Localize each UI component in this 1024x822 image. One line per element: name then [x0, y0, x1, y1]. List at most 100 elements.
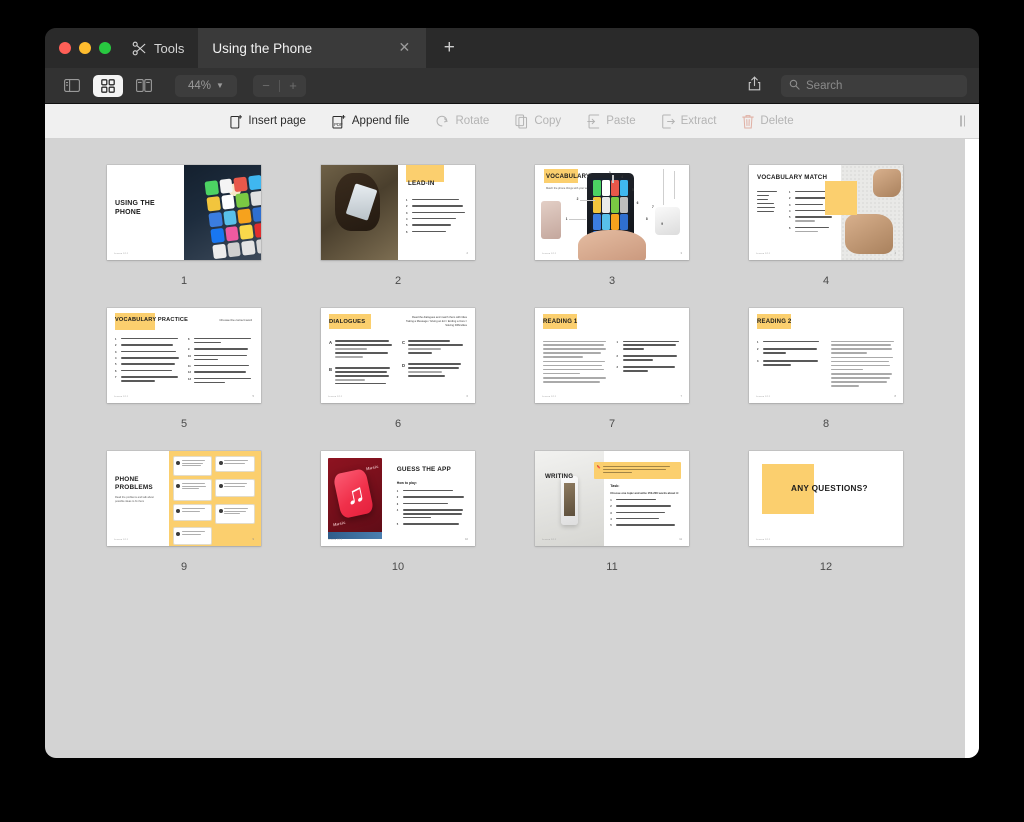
search-placeholder: Search: [806, 79, 843, 92]
page-thumbnail-8[interactable]: READING 2 1 2 3 Lesson 1/12 8: [749, 308, 903, 403]
page-thumbnail-3[interactable]: VOCABULARY Match the phone things with y…: [535, 165, 689, 260]
page-thumbnail-11[interactable]: WRITING Lesson 1/12 Task: Choose one top…: [535, 451, 689, 546]
slide-title: WRITING: [545, 473, 574, 480]
page-cell[interactable]: PHONE PROBLEMS Read the problems and tal…: [77, 451, 291, 594]
panel-resize-grip[interactable]: [960, 115, 965, 127]
delete-button[interactable]: Delete: [742, 114, 794, 129]
hands-holding-phone-photo: [321, 165, 398, 260]
page-cell[interactable]: USING THE PHONE Lesson 1/12 1: [77, 165, 291, 308]
phone-home-screen-photo: [184, 165, 261, 260]
question-list: 1 2 3 4 5 6: [406, 198, 467, 235]
page-thumbnail-wrap[interactable]: LEAD-IN 1 2 3 4 5 6 2: [321, 165, 475, 260]
split-view-button[interactable]: [129, 75, 159, 97]
copy-button[interactable]: Copy: [515, 113, 561, 129]
page-thumbnail-5[interactable]: VOCABULARY PRACTICE Choose the correct w…: [107, 308, 261, 403]
page-thumbnail-wrap[interactable]: ANY QUESTIONS? Lesson 1/12: [749, 451, 903, 546]
close-icon[interactable]: ✕: [396, 40, 412, 56]
page-cell[interactable]: READING 2 1 2 3 Lesson 1/12 8 8: [719, 308, 933, 451]
slide-page-label: 10: [465, 538, 468, 541]
vertical-scrollbar[interactable]: [965, 139, 979, 758]
slide-title: VOCABULARY MATCH: [757, 174, 828, 181]
grid-view-button[interactable]: [93, 74, 123, 97]
problem-card-list: [172, 456, 257, 545]
slide-page-label: 3: [680, 252, 682, 255]
list-item: 9: [188, 348, 253, 352]
tools-label: Tools: [154, 40, 185, 56]
page-thumbnail-wrap[interactable]: USING THE PHONE Lesson 1/12: [107, 165, 261, 260]
diagram-label: 2: [576, 197, 579, 202]
page-number-label: 9: [180, 561, 188, 573]
page-thumbnail-10[interactable]: ♫ Music Music Lesson 1/12 GUESS THE APP H…: [321, 451, 475, 546]
search-input[interactable]: Search: [781, 74, 967, 97]
sidebar-view-button[interactable]: [57, 75, 87, 97]
slide-footer: Lesson 1/12: [542, 539, 557, 541]
page-cell[interactable]: ♫ Music Music Lesson 1/12 GUESS THE APP H…: [291, 451, 505, 594]
page-cell[interactable]: LEAD-IN 1 2 3 4 5 6 2 2: [291, 165, 505, 308]
page-thumbnail-4[interactable]: VOCABULARY MATCH 1 2 3 4 5 6 Lesson 1/12…: [749, 165, 903, 260]
minimize-window-button[interactable]: [79, 42, 91, 54]
task-question: Choose one topic and write 150-200 words…: [610, 490, 679, 495]
page-thumbnail-wrap[interactable]: READING 1 1 2 3 Lesson 1/12 7: [535, 308, 689, 403]
page-number-label: 8: [822, 418, 830, 430]
page-cell[interactable]: VOCABULARY MATCH 1 2 3 4 5 6 Lesson 1/12…: [719, 165, 933, 308]
earbuds-illustration: [655, 206, 680, 236]
paste-label: Paste: [606, 115, 636, 127]
page-thumbnail-1[interactable]: USING THE PHONE Lesson 1/12: [107, 165, 261, 260]
page-cell[interactable]: DIALOGUES Read the dialogues and match t…: [291, 308, 505, 451]
slide-text-half: USING THE PHONE Lesson 1/12: [107, 165, 184, 260]
slide-page-label: 9: [252, 538, 254, 541]
dialogue-section: B: [329, 367, 394, 387]
document-tab[interactable]: Using the Phone ✕: [198, 28, 427, 68]
page-cell[interactable]: WRITING Lesson 1/12 Task: Choose one top…: [505, 451, 719, 594]
slide-footer: Lesson 1/12: [756, 396, 771, 398]
tools-button[interactable]: Tools: [124, 28, 198, 68]
page-grid: USING THE PHONE Lesson 1/12 1 LEAD-IN 1 …: [45, 139, 965, 594]
page-thumbnail-6[interactable]: DIALOGUES Read the dialogues and match t…: [321, 308, 475, 403]
page-thumbnail-2[interactable]: LEAD-IN 1 2 3 4 5 6 2: [321, 165, 475, 260]
page-thumbnail-9[interactable]: PHONE PROBLEMS Read the problems and tal…: [107, 451, 261, 546]
page-thumbnail-7[interactable]: READING 1 1 2 3 Lesson 1/12 7: [535, 308, 689, 403]
page-cell[interactable]: READING 1 1 2 3 Lesson 1/12 7 7: [505, 308, 719, 451]
word-list: [757, 190, 783, 237]
slide-text-half: PHONE PROBLEMS Read the problems and tal…: [107, 451, 169, 546]
tab-bar-empty-space: [472, 28, 979, 68]
page-thumbnail-wrap[interactable]: VOCABULARY Match the phone things with y…: [535, 165, 689, 260]
page-cell[interactable]: VOCABULARY Match the phone things with y…: [505, 165, 719, 308]
append-file-label: Append file: [351, 115, 410, 127]
tab-title: Using the Phone: [212, 40, 313, 56]
list-item: 2: [610, 505, 681, 509]
list-item: 11: [188, 365, 253, 369]
dialogue-section: A: [329, 340, 394, 360]
close-window-button[interactable]: [59, 42, 71, 54]
page-number-label: 3: [608, 275, 616, 287]
page-thumbnail-12[interactable]: ANY QUESTIONS? Lesson 1/12: [749, 451, 903, 546]
page-cell[interactable]: VOCABULARY PRACTICE Choose the correct w…: [77, 308, 291, 451]
maximize-window-button[interactable]: [99, 42, 111, 54]
page-thumbnail-wrap[interactable]: VOCABULARY PRACTICE Choose the correct w…: [107, 308, 261, 403]
page-number-label: 6: [394, 418, 402, 430]
page-thumbnail-wrap[interactable]: ♫ Music Music Lesson 1/12 GUESS THE APP H…: [321, 451, 475, 546]
page-thumbnail-wrap[interactable]: PHONE PROBLEMS Read the problems and tal…: [107, 451, 261, 546]
page-thumbnail-wrap[interactable]: VOCABULARY MATCH 1 2 3 4 5 6 Lesson 1/12…: [749, 165, 903, 260]
zoom-out-button[interactable]: −: [253, 79, 279, 92]
diagram-label: 6: [636, 201, 639, 206]
slide-footer: Lesson 1/12: [542, 253, 557, 255]
extract-button[interactable]: Extract: [661, 113, 716, 129]
append-file-button[interactable]: PDF Append file: [332, 114, 410, 129]
list-item: 1: [397, 490, 467, 494]
instruction-list: 1 2 3 4 5: [397, 490, 467, 527]
page-cell[interactable]: ANY QUESTIONS? Lesson 1/12 12: [719, 451, 933, 594]
page-thumbnail-wrap[interactable]: READING 2 1 2 3 Lesson 1/12 8: [749, 308, 903, 403]
zoom-level-value: 44%: [188, 79, 212, 92]
page-thumbnail-wrap[interactable]: DIALOGUES Read the dialogues and match t…: [321, 308, 475, 403]
share-button[interactable]: [741, 75, 767, 97]
rotate-button[interactable]: Rotate: [435, 114, 489, 128]
slide-footer: Lesson 1/12: [542, 396, 557, 398]
paste-button[interactable]: Paste: [587, 113, 636, 129]
insert-page-button[interactable]: Insert page: [230, 114, 306, 129]
zoom-level-dropdown[interactable]: 44% ▼: [175, 74, 237, 97]
page-thumbnail-wrap[interactable]: WRITING Lesson 1/12 Task: Choose one top…: [535, 451, 689, 546]
zoom-in-button[interactable]: +: [280, 79, 306, 92]
new-tab-button[interactable]: +: [426, 28, 472, 68]
accent-square: [825, 181, 858, 215]
